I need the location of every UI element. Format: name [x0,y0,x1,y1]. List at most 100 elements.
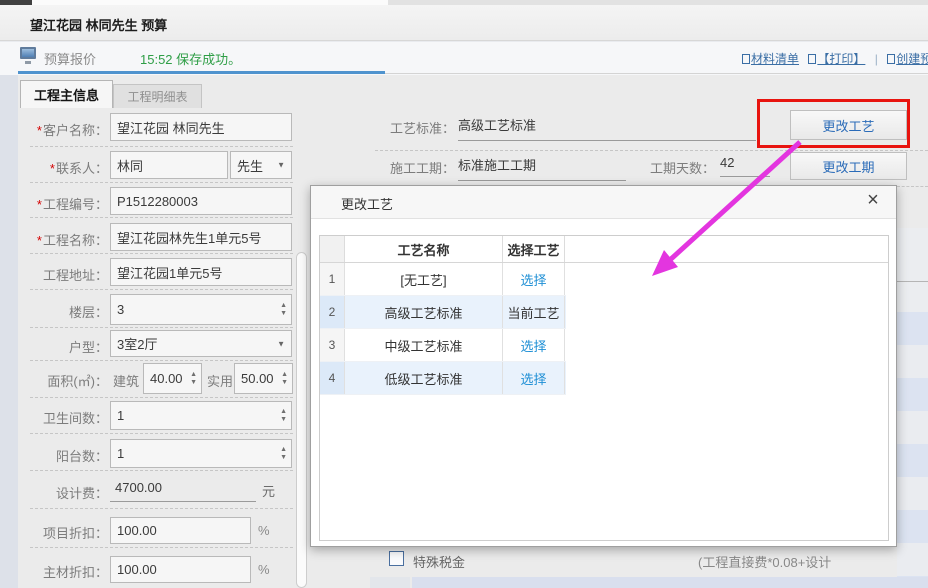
stepper-arrows-icon[interactable]: ▲▼ [280,446,287,462]
materials-list-link[interactable]: 材料清单 [742,52,799,66]
table-row: 3 中级工艺标准 选择 [320,329,566,362]
bathrooms-stepper[interactable]: 1 ▲▼ [110,401,292,430]
toolbar-links: 材料清单 【打印】 | 创建预 [742,50,928,70]
period-days-value: 42 [720,155,770,177]
project-discount-unit: % [258,523,270,538]
row-divider [897,186,928,187]
section-label: 预算报价 [44,49,96,68]
floor-stepper[interactable]: 3 ▲▼ [110,294,292,325]
change-period-button[interactable]: 更改工期 [790,152,907,180]
active-section-underline [18,71,385,74]
close-icon[interactable]: × [862,189,884,215]
project-discount-input[interactable]: 100.00 [110,517,251,544]
special-tax-checkbox[interactable] [389,551,404,566]
row-divider [375,150,928,151]
material-discount-input[interactable]: 100.00 [110,556,251,583]
build-area-label: 建筑 [113,371,139,390]
stepper-arrows-icon[interactable]: ▲▼ [281,371,288,387]
row-divider [30,146,293,147]
customer-name-label: *客户名称： [18,120,108,139]
construction-period-value: 标准施工工期 [458,155,626,181]
craft-standard-value: 高级工艺标准 [458,115,756,141]
select-link[interactable]: 选择 [520,336,546,355]
select-craft-header: 选择工艺 [503,236,565,262]
row-number-header [320,236,345,262]
dialog-title: 更改工艺 [341,194,393,213]
table-row: 4 低级工艺标准 选择 [320,362,566,395]
floor-label: 楼层： [18,302,108,321]
stepper-arrows-icon[interactable]: ▲▼ [190,371,197,387]
red-annotation-box [757,99,910,148]
stepper-arrows-icon[interactable]: ▲▼ [280,302,287,318]
project-no-input[interactable]: P1512280003 [110,187,292,215]
balconies-stepper[interactable]: 1 ▲▼ [110,439,292,468]
address-input[interactable]: 望江花园1单元5号 [110,258,292,286]
row-divider [30,397,293,398]
table-row: 1 [无工艺] 选择 [320,263,566,296]
material-discount-unit: % [258,562,270,577]
row-divider [30,182,293,183]
craft-name-header: 工艺名称 [345,236,503,262]
design-fee-value: 4700.00 [110,480,256,502]
background-table-sliver [897,228,928,312]
customer-name-input[interactable]: 望江花园 林同先生 [110,113,292,141]
project-name-input[interactable]: 望江花园林先生1单元5号 [110,223,292,251]
balconies-label: 阳台数： [18,446,108,465]
row-divider [30,289,293,290]
row-divider [30,470,293,471]
stepper-arrows-icon[interactable]: ▲▼ [280,408,287,424]
row-number: 3 [320,329,345,361]
dialog-header[interactable]: 更改工艺 × [311,186,896,219]
special-tax-label: 特殊税金 [413,552,465,571]
current-craft-text: 当前工艺 [507,303,559,322]
build-area-stepper[interactable]: 40.00 ▲▼ [143,363,202,394]
design-fee-label: 设计费： [18,483,108,502]
row-number: 1 [320,263,345,295]
row-divider [30,217,293,218]
row-number: 2 [320,296,345,328]
project-discount-label: 项目折扣： [18,523,108,542]
create-budget-link[interactable]: 创建预 [887,52,928,66]
salutation-select[interactable]: 先生▼ [230,151,292,179]
project-name-label: *工程名称： [18,230,108,249]
save-status-message: 15:52 保存成功。 [140,49,241,68]
usable-area-stepper[interactable]: 50.00 ▲▼ [234,363,293,394]
usable-area-label: 实用 [207,371,233,390]
doc-icon [742,54,750,64]
toolbar-divider [385,73,928,74]
background-table-stripes [897,312,928,577]
row-number: 4 [320,362,345,394]
address-label: 工程地址： [18,265,108,284]
dialog-body: 工艺名称 选择工艺 1 [无工艺] 选择 2 高级工艺标准 当前工艺 3 中级工… [319,235,889,541]
project-no-label: *工程编号： [18,194,108,213]
print-link[interactable]: 【打印】 [808,52,865,66]
layout-select[interactable]: 3室2厅▼ [110,330,292,357]
select-link[interactable]: 选择 [520,369,546,388]
chevron-down-icon: ▼ [277,339,285,348]
craft-standard-label: 工艺标准： [370,118,455,137]
form-scrollbar-thumb[interactable] [296,252,307,588]
craft-name: 高级工艺标准 [345,296,503,328]
bottom-table-cell [370,577,410,588]
tab-project-detail[interactable]: 工程明细表 [113,84,202,108]
row-divider [30,360,293,361]
row-divider [30,433,293,434]
design-fee-unit: 元 [262,481,275,500]
page-title: 望江花园 林同先生 预算 [30,15,167,34]
table-header-row: 工艺名称 选择工艺 [320,236,888,263]
change-craft-dialog: 更改工艺 × 工艺名称 选择工艺 1 [无工艺] 选择 2 高级工艺标准 当前工… [310,185,897,547]
special-tax-formula: (工程直接费*0.08+设计 [698,552,831,571]
row-divider [30,253,293,254]
row-divider [30,327,293,328]
tab-project-main-info[interactable]: 工程主信息 [20,80,113,108]
plus-doc-icon [887,54,895,64]
chevron-down-icon: ▼ [277,161,285,170]
contact-input[interactable]: 林同 [110,151,228,179]
table-row-current: 2 高级工艺标准 当前工艺 [320,296,566,329]
craft-name: 中级工艺标准 [345,329,503,361]
row-divider [30,508,293,509]
area-label: 面积(㎡)： [18,371,108,390]
app-window: 望江花园 林同先生 预算 预算报价 15:52 保存成功。 材料清单 【打印】 … [0,0,928,588]
select-link[interactable]: 选择 [520,270,546,289]
background-table-line [897,281,928,282]
